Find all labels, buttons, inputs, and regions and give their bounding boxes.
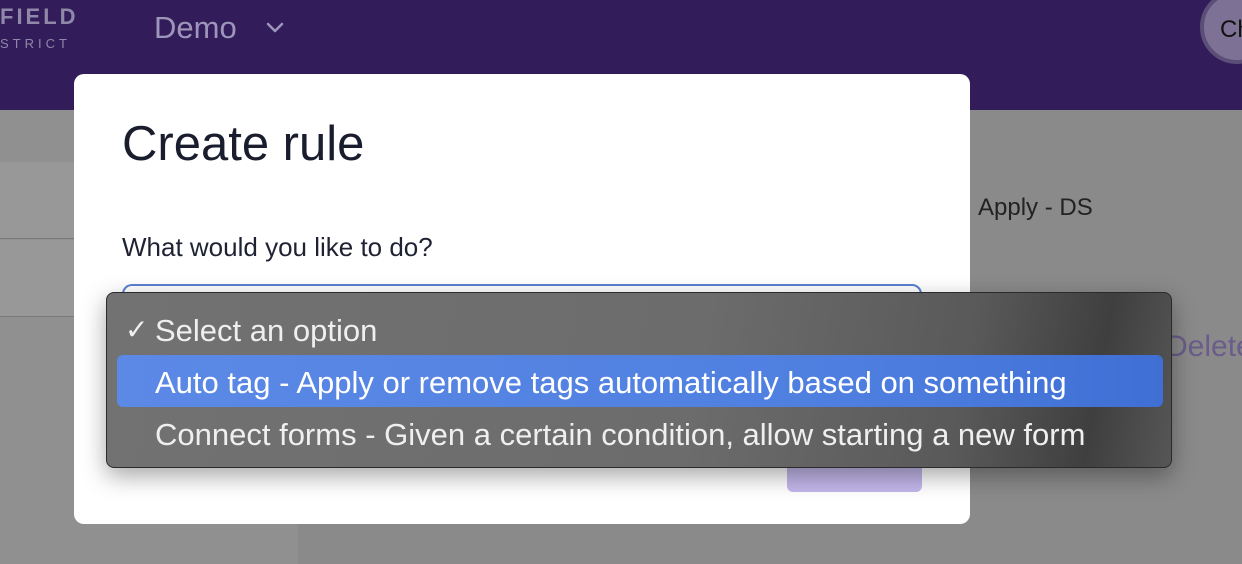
option-label: Connect forms - Given a certain conditio… [155, 417, 1086, 452]
rule-name-text: Apply - DS [978, 194, 1093, 221]
chevron-down-icon[interactable] [264, 16, 286, 38]
dropdown-option-select-an-option[interactable]: ✓ Select an option [117, 303, 1163, 355]
action-dropdown-menu: ✓ Select an option Auto tag - Apply or r… [106, 292, 1172, 468]
option-label: Auto tag - Apply or remove tags automati… [155, 365, 1067, 400]
avatar-initials: Ch [1220, 16, 1242, 43]
action-field-label: What would you like to do? [122, 232, 433, 262]
workspace-switcher[interactable]: Demo [154, 10, 237, 46]
modal-title: Create rule [122, 117, 365, 171]
delete-button[interactable]: Delete [1166, 330, 1242, 364]
dropdown-option-auto-tag[interactable]: Auto tag - Apply or remove tags automati… [117, 355, 1163, 407]
user-avatar[interactable]: Ch [1200, 0, 1242, 64]
logo-text-line1: FIELD [0, 4, 79, 29]
logo-text-line2: STRICT [0, 36, 71, 51]
dropdown-option-connect-forms[interactable]: Connect forms - Given a certain conditio… [117, 407, 1163, 459]
checkmark-icon: ✓ [125, 314, 149, 345]
option-label: Select an option [155, 313, 378, 348]
